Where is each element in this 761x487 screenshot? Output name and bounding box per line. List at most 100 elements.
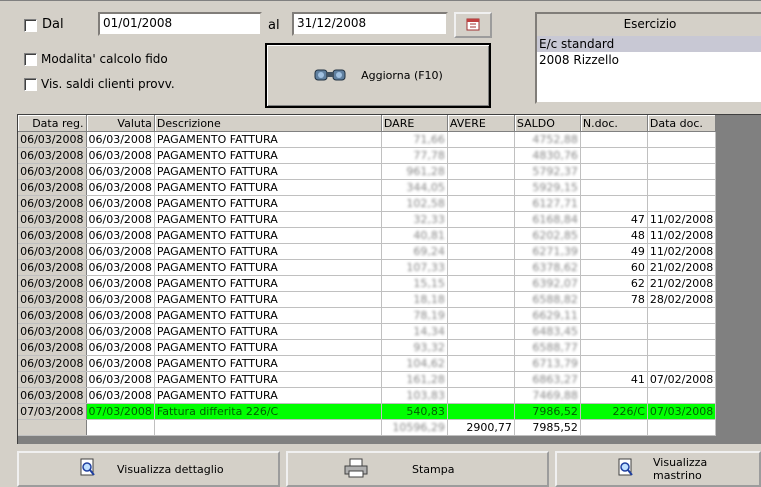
esercizio-item-ec-standard[interactable]: E/c standard — [537, 36, 761, 52]
esercizio-item-2008-rizzello[interactable]: 2008 Rizzello — [537, 52, 761, 68]
table-row[interactable]: 06/03/2008 06/03/2008 PAGAMENTO FATTURA 14,… — [18, 323, 717, 340]
table-row[interactable]: 06/03/2008 06/03/2008 PAGAMENTO FATTURA 71,… — [18, 131, 717, 148]
table-cell: 6168,84 — [514, 211, 581, 228]
col-header-saldo[interactable]: SALDO — [514, 115, 581, 132]
cell-value: 06/03/2008 — [88, 277, 152, 290]
vis-saldi-checkbox[interactable] — [24, 78, 37, 91]
cell-value: 102,58 — [406, 197, 445, 210]
table-row[interactable]: 06/03/2008 06/03/2008 PAGAMENTO FATTURA 107… — [18, 259, 717, 276]
table-cell — [86, 419, 155, 436]
table-cell: 06/03/2008 — [86, 323, 155, 340]
totals-row[interactable]: 10596,29 2900,77 7985,52 — [18, 419, 717, 436]
calendar-icon — [466, 17, 480, 34]
table-row[interactable]: 06/03/2008 06/03/2008 PAGAMENTO FATTURA 161… — [18, 371, 717, 388]
table-cell — [447, 147, 515, 164]
table-row[interactable]: 06/03/2008 06/03/2008 PAGAMENTO FATTURA 15,… — [18, 275, 717, 292]
table-row[interactable]: 06/03/2008 06/03/2008 PAGAMENTO FATTURA 77,… — [18, 147, 717, 164]
cell-value: 06/03/2008 — [20, 357, 84, 370]
cell-value: 41 — [630, 373, 645, 386]
aggiorna-button[interactable]: Aggiorna (F10) — [265, 43, 491, 108]
table-cell — [447, 243, 515, 260]
table-cell: 107,33 — [381, 259, 448, 276]
stampa-label: Stampa — [412, 462, 455, 476]
table-cell — [447, 211, 515, 228]
cell-value: 06/03/2008 — [20, 373, 84, 386]
table-cell: 6588,82 — [514, 291, 581, 308]
cell-value: 6483,45 — [532, 325, 578, 338]
table-row[interactable]: 06/03/2008 06/03/2008 PAGAMENTO FATTURA 69,… — [18, 243, 717, 260]
visualizza-mastrino-button[interactable]: Visualizza mastrino — [555, 451, 761, 487]
col-header-dare[interactable]: DARE — [381, 115, 448, 132]
cell-value: 78 — [630, 293, 645, 306]
table-cell: 06/03/2008 — [86, 371, 155, 388]
table-cell: PAGAMENTO FATTURA — [154, 179, 382, 196]
cell-value: 104,62 — [406, 357, 445, 370]
date-to-input[interactable]: 31/12/2008 — [292, 12, 448, 36]
cell-value: 7986,52 — [532, 405, 578, 418]
col-header-data-reg[interactable]: Data reg. — [18, 115, 87, 132]
esercizio-list[interactable]: E/c standard 2008 Rizzello — [537, 36, 761, 102]
table-cell — [580, 323, 648, 340]
table-cell: 06/03/2008 — [86, 243, 155, 260]
col-header-valuta[interactable]: Valuta — [86, 115, 155, 132]
dal-checkbox[interactable] — [24, 19, 37, 32]
cell-value: PAGAMENTO FATTURA — [156, 133, 278, 146]
table-row[interactable]: 06/03/2008 06/03/2008 PAGAMENTO FATTURA 103… — [18, 387, 717, 404]
table-row[interactable]: 06/03/2008 06/03/2008 PAGAMENTO FATTURA 102… — [18, 195, 717, 212]
table-cell: 06/03/2008 — [18, 179, 87, 196]
cell-value: 06/03/2008 — [20, 389, 84, 402]
table-row[interactable]: 06/03/2008 06/03/2008 PAGAMENTO FATTURA 104… — [18, 355, 717, 372]
table-cell: 06/03/2008 — [86, 195, 155, 212]
cell-value: 60 — [630, 261, 645, 274]
esercizio-title: Esercizio — [623, 17, 677, 31]
table-cell: 06/03/2008 — [86, 227, 155, 244]
table-row-highlighted[interactable]: 07/03/2008 07/03/2008 Fattura differita 22… — [18, 403, 717, 420]
cell-value: 77,78 — [413, 149, 445, 162]
table-row[interactable]: 06/03/2008 06/03/2008 PAGAMENTO FATTURA 961… — [18, 163, 717, 180]
table-row[interactable]: 06/03/2008 06/03/2008 PAGAMENTO FATTURA 78,… — [18, 307, 717, 324]
modalita-checkbox[interactable] — [24, 53, 37, 66]
col-header-avere[interactable]: AVERE — [447, 115, 515, 132]
table-row[interactable]: 06/03/2008 06/03/2008 PAGAMENTO FATTURA 93,… — [18, 339, 717, 356]
table-cell: 06/03/2008 — [86, 355, 155, 372]
cell-value: 21/02/2008 — [649, 261, 714, 274]
table-cell — [580, 419, 648, 436]
col-header-ndoc[interactable]: N.doc. — [580, 115, 648, 132]
table-cell — [447, 387, 515, 404]
cell-value: 40,81 — [413, 229, 445, 242]
table-cell: 14,34 — [381, 323, 448, 340]
movements-grid[interactable]: Data reg. Valuta Descrizione DARE AVERE … — [17, 114, 761, 444]
cell-value: 06/03/2008 — [20, 341, 84, 354]
table-cell: 48 — [580, 227, 648, 244]
table-cell: 06/03/2008 — [86, 211, 155, 228]
table-row[interactable]: 06/03/2008 06/03/2008 PAGAMENTO FATTURA 18,… — [18, 291, 717, 308]
table-cell — [647, 339, 717, 356]
table-row[interactable]: 06/03/2008 06/03/2008 PAGAMENTO FATTURA 344… — [18, 179, 717, 196]
cell-value: 06/03/2008 — [88, 325, 152, 338]
table-cell: 77,78 — [381, 147, 448, 164]
table-row[interactable]: 06/03/2008 06/03/2008 PAGAMENTO FATTURA 40,… — [18, 227, 717, 244]
table-cell: PAGAMENTO FATTURA — [154, 307, 382, 324]
table-cell: 06/03/2008 — [18, 211, 87, 228]
col-header-descrizione[interactable]: Descrizione — [154, 115, 382, 132]
visualizza-dettaglio-button[interactable]: Visualizza dettaglio — [17, 451, 280, 487]
table-cell: 06/03/2008 — [86, 163, 155, 180]
magnifier-ledger-icon — [617, 458, 635, 481]
table-cell: 06/03/2008 — [18, 339, 87, 356]
cell-value: PAGAMENTO FATTURA — [156, 197, 278, 210]
table-cell — [647, 419, 717, 436]
col-header-data-doc[interactable]: Data doc. — [647, 115, 717, 132]
table-cell — [580, 131, 648, 148]
date-from-input[interactable]: 01/01/2008 — [98, 12, 262, 36]
table-cell: 49 — [580, 243, 648, 260]
table-cell: 6378,62 — [514, 259, 581, 276]
table-cell: PAGAMENTO FATTURA — [154, 387, 382, 404]
cell-value: 07/03/2008 — [88, 405, 152, 418]
cell-value: PAGAMENTO FATTURA — [156, 373, 278, 386]
table-cell: 06/03/2008 — [18, 307, 87, 324]
table-row[interactable]: 06/03/2008 06/03/2008 PAGAMENTO FATTURA 32,… — [18, 211, 717, 228]
calendar-button[interactable] — [454, 12, 492, 38]
cell-value: 47 — [630, 213, 645, 226]
cell-value: 06/03/2008 — [88, 181, 152, 194]
stampa-button[interactable]: Stampa — [286, 451, 549, 487]
